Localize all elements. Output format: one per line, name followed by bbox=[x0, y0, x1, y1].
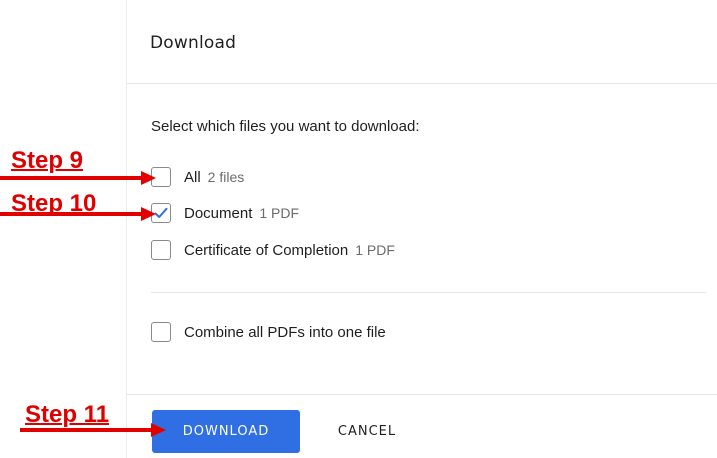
option-document[interactable]: Document 1 PDF bbox=[151, 202, 299, 224]
combine-checkbox[interactable] bbox=[151, 322, 171, 342]
option-certificate-meta: 1 PDF bbox=[355, 242, 395, 258]
page: Download Select which files you want to … bbox=[0, 0, 717, 458]
step-11-arrow-icon bbox=[20, 423, 166, 437]
option-certificate-label: Certificate of Completion bbox=[184, 241, 349, 259]
download-dialog: Download Select which files you want to … bbox=[126, 0, 717, 458]
option-certificate[interactable]: Certificate of Completion 1 PDF bbox=[151, 239, 395, 261]
step-10-arrow-icon bbox=[0, 207, 156, 221]
option-combine-label: Combine all PDFs into one file bbox=[184, 323, 386, 341]
option-all-label: All bbox=[184, 168, 201, 186]
cancel-button[interactable]: CANCEL bbox=[317, 410, 417, 453]
download-button[interactable]: DOWNLOAD bbox=[152, 410, 300, 453]
step-9-arrow-icon bbox=[0, 171, 156, 185]
divider bbox=[151, 292, 706, 293]
option-all-meta: 2 files bbox=[207, 169, 245, 185]
option-combine[interactable]: Combine all PDFs into one file bbox=[151, 321, 386, 343]
certificate-checkbox[interactable] bbox=[151, 240, 171, 260]
footer-divider bbox=[127, 394, 717, 395]
option-document-label: Document bbox=[184, 204, 253, 222]
dialog-header: Download bbox=[127, 0, 717, 84]
dialog-title: Download bbox=[150, 33, 237, 53]
option-document-meta: 1 PDF bbox=[259, 205, 300, 221]
option-all[interactable]: All 2 files bbox=[151, 166, 244, 188]
dialog-prompt: Select which files you want to download: bbox=[151, 118, 420, 135]
